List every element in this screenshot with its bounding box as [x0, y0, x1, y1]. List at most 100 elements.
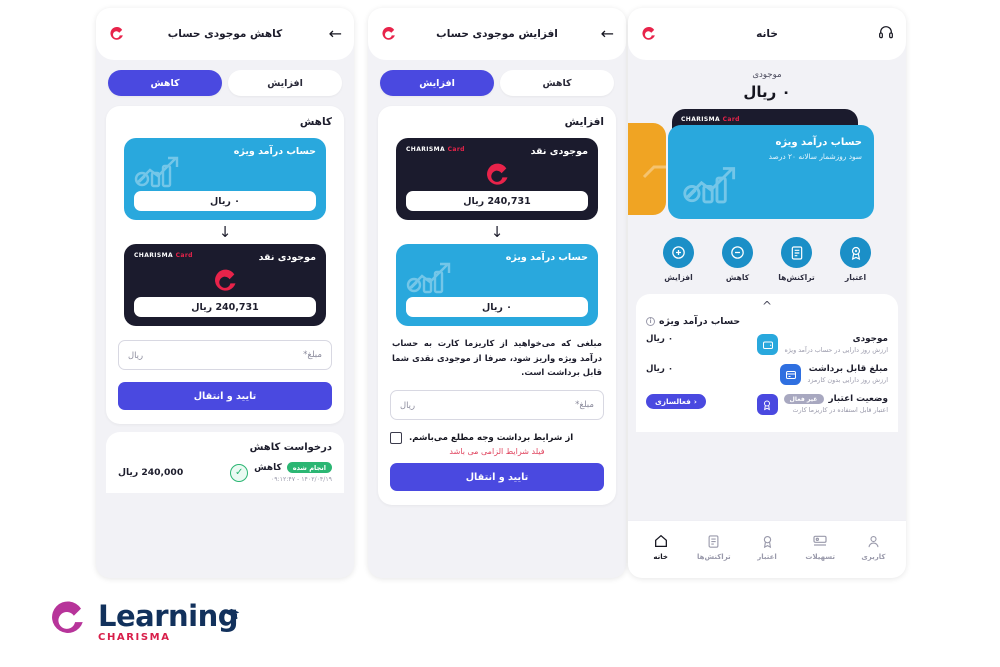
back-arrow-icon[interactable]: ←: [601, 26, 614, 42]
user-icon: [849, 532, 897, 550]
target-account-label: حساب درآمد ویژه: [505, 252, 588, 263]
status-badge: انجام شده: [286, 462, 332, 473]
action-label: کاهش: [725, 273, 750, 282]
carousel-card-active[interactable]: حساب درآمد ویژه سود روزشمار سالانه ۲۰ در…: [668, 125, 874, 219]
amount-input-decrease[interactable]: مبلغ* ریال: [118, 340, 332, 370]
plus-circle-icon: [663, 237, 694, 268]
phone-screen-decrease: ← کاهش موجودی حساب افزایش کاهش کاهش حساب…: [96, 8, 354, 578]
wallet-icon: [757, 334, 779, 355]
amount-unit: ریال: [128, 350, 144, 360]
history-timestamp: ۱۴۰۲/۰۴/۱۹ - ۰۹:۱۲:۴۷: [270, 476, 332, 483]
detail-row-credit-status: وضعیت اعتبار غیر فعال اعتبار قابل استفاد…: [646, 394, 888, 415]
charisma-c-icon-card: [396, 162, 598, 194]
tab-increase[interactable]: افزایش: [380, 70, 494, 96]
tab-increase[interactable]: افزایش: [228, 70, 342, 96]
chevron-up-icon[interactable]: ^: [646, 300, 888, 312]
growth-chart-icon: [132, 152, 184, 194]
charisma-c-icon: [640, 26, 657, 43]
appbar-increase: ← افزایش موجودی حساب: [368, 8, 626, 60]
badge-icon: [840, 237, 871, 268]
action-label: تراکنش‌ها: [778, 273, 815, 282]
target-account-label: موجودی نقد: [258, 252, 316, 263]
detail-title: وضعیت اعتبار: [828, 394, 888, 404]
history-title: درخواست کاهش: [249, 442, 332, 453]
action-label: افزایش: [664, 273, 693, 282]
segmented-tabs-increase: کاهش افزایش: [368, 60, 626, 102]
terms-checkbox[interactable]: [390, 432, 402, 445]
document-icon: [781, 237, 812, 268]
sheet-title: افزایش: [564, 116, 604, 128]
carousel-card-title: حساب درآمد ویژه: [775, 137, 862, 148]
submit-button-decrease[interactable]: تایید و انتقال: [118, 382, 332, 410]
charisma-c-icon: [380, 26, 397, 43]
carousel-card-orange[interactable]: [628, 123, 666, 215]
logo-word: Learning: [98, 601, 240, 631]
detail-subtitle: ارزش روز دارایی بدون کارمزد: [807, 376, 888, 384]
action-decrease[interactable]: کاهش: [715, 237, 761, 282]
source-account-card[interactable]: CHARISMA Card موجودی نقد 240,731 ریال: [396, 138, 598, 220]
screenshot-stage: ← کاهش موجودی حساب افزایش کاهش کاهش حساب…: [0, 0, 1000, 667]
arrow-down-icon: ↓: [490, 223, 504, 241]
page-title: افزایش موجودی حساب: [436, 28, 558, 40]
info-icon[interactable]: i: [646, 317, 655, 326]
activate-label: فعالسازی: [655, 397, 691, 406]
card-carousel[interactable]: CHARISMA Card حساب درآمد ویژه سود روزشما…: [628, 109, 906, 229]
page-title: کاهش موجودی حساب: [167, 28, 283, 40]
nav-item-profile[interactable]: کاربری: [849, 532, 897, 561]
action-credit[interactable]: اعتبار: [833, 237, 879, 282]
nav-item-credit[interactable]: اعتبار: [743, 532, 791, 561]
tab-decrease[interactable]: کاهش: [108, 70, 222, 96]
request-history-decrease: درخواست کاهش انجام شده کاهش ۱۴۰۲/۰۴/۱۹ -…: [106, 432, 344, 493]
arrow-down-icon: ↓: [218, 223, 232, 241]
action-label: اعتبار: [844, 273, 867, 282]
badge-icon: [743, 532, 791, 550]
source-card-wrap: حساب درآمد ویژه ۰ ریال: [118, 136, 332, 222]
detail-title: مبلغ قابل برداشت: [808, 364, 888, 374]
terms-checkbox-row[interactable]: از شرایط برداشت وجه مطلع می‌باشم.: [390, 432, 604, 445]
source-account-label: حساب درآمد ویژه: [233, 146, 316, 157]
tab-decrease[interactable]: کاهش: [500, 70, 614, 96]
amount-unit: ریال: [400, 400, 416, 411]
amount-input-increase[interactable]: مبلغ* ریال: [390, 390, 604, 421]
detail-title: موجودی: [852, 334, 888, 344]
loan-icon: [796, 532, 844, 550]
action-transactions[interactable]: تراکنش‌ها: [774, 237, 820, 282]
bottom-navigation: کاربری تسهیلات اعتبار: [628, 520, 906, 578]
activate-button[interactable]: ‹ فعالسازی: [646, 394, 706, 409]
document-icon: [690, 532, 738, 550]
transfer-note: مبلغی که می‌خواهید از کاریزما کارت به حس…: [392, 338, 602, 378]
headset-icon[interactable]: [878, 24, 894, 44]
details-title: حساب درآمد ویژه: [659, 316, 741, 327]
table-row[interactable]: انجام شده کاهش ۱۴۰۲/۰۴/۱۹ - ۰۹:۱۲:۴۷ ✓ 2…: [118, 462, 332, 483]
detail-subtitle: اعتبار قابل استفاده در کاریزما کارت: [792, 406, 888, 414]
submit-button-increase[interactable]: تایید و انتقال: [390, 463, 604, 492]
amount-label: مبلغ*: [575, 400, 594, 411]
detail-row-withdrawable: مبلغ قابل برداشت ارزش روز دارایی بدون کا…: [646, 364, 888, 385]
action-increase[interactable]: افزایش: [656, 237, 702, 282]
nav-label: خانه: [653, 553, 668, 561]
transfer-sheet-decrease: کاهش حساب درآمد ویژه ۰ ریال ↓ CHARISMA C…: [106, 106, 344, 424]
charisma-c-icon-card: [124, 268, 326, 300]
learning-charisma-logo: Learning CHARISMA: [46, 599, 240, 645]
detail-row-balance: موجودی ارزش روز دارایی در حساب درآمد ویژ…: [646, 334, 888, 355]
phone-screen-increase: ← افزایش موجودی حساب کاهش افزایش افزایش …: [368, 8, 626, 578]
status-badge: غیر فعال: [783, 394, 824, 404]
back-arrow-icon[interactable]: ←: [329, 26, 342, 42]
minus-circle-icon: [722, 237, 753, 268]
logo-subtitle: CHARISMA: [98, 632, 171, 643]
source-account-label: موجودی نقد: [530, 146, 588, 157]
carousel-card-subtitle: سود روزشمار سالانه ۲۰ درصد: [768, 152, 862, 161]
chevron-left-icon: ‹: [693, 397, 697, 406]
nav-item-home[interactable]: خانه: [637, 532, 685, 561]
card-logo-main: CHARISMA: [681, 116, 721, 123]
badge-icon: [756, 394, 778, 415]
nav-item-transactions[interactable]: تراکنش‌ها: [690, 532, 738, 561]
details-title-row: حساب درآمد ویژه i: [646, 316, 888, 327]
target-account-card[interactable]: حساب درآمد ویژه ۰ ریال: [396, 244, 598, 326]
source-account-card[interactable]: حساب درآمد ویژه ۰ ریال: [124, 138, 326, 220]
nav-label: تراکنش‌ها: [697, 553, 731, 561]
charisma-c-icon: [108, 26, 125, 43]
transfer-sheet-increase: افزایش CHARISMA Card موجودی نقد 240,731 …: [378, 106, 616, 506]
target-account-card[interactable]: CHARISMA Card موجودی نقد 240,731 ریال: [124, 244, 326, 326]
nav-item-loans[interactable]: تسهیلات: [796, 532, 844, 561]
